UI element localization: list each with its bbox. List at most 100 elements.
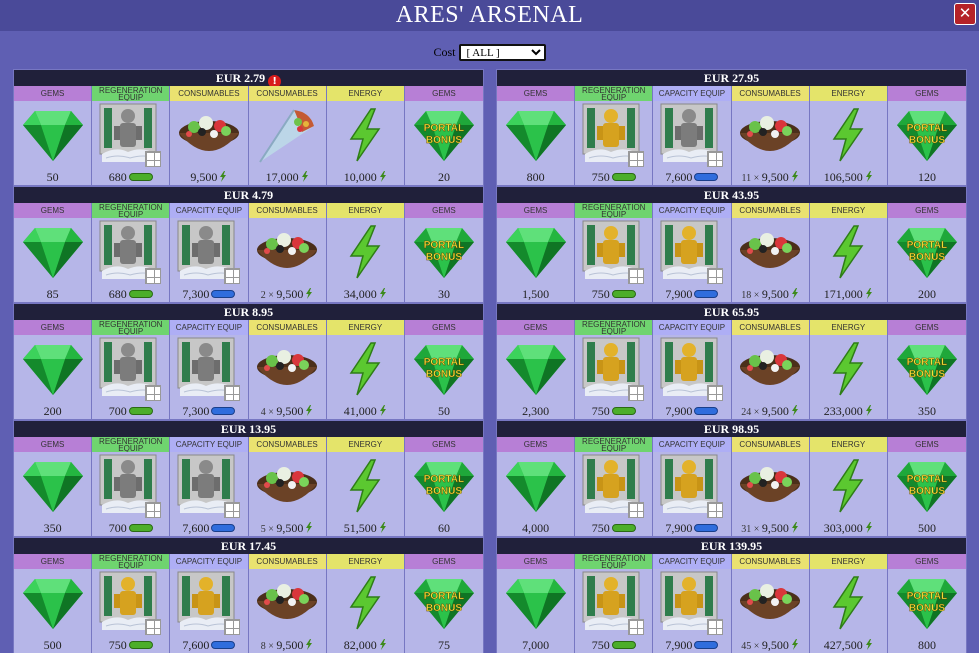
item-amount: 50 xyxy=(14,169,91,186)
bundle-item-gems[interactable]: GEMS 1,500 xyxy=(497,203,576,303)
item-amount: 7,600 xyxy=(170,520,247,537)
bundle-item-capacity[interactable]: CAPACITY EQUIP 7,300 xyxy=(170,203,249,303)
bundle-item-gems[interactable]: GEMS 85 xyxy=(14,203,93,303)
item-amount: 750 xyxy=(575,403,652,420)
bundle-item-capacity[interactable]: CAPACITY EQUIP 7,900 xyxy=(653,320,732,420)
bundle-item-consumables[interactable]: CONSUMABLES 31 × 9,500 xyxy=(731,437,810,537)
bundle-item-energy[interactable]: ENERGY 82,000 xyxy=(326,554,405,653)
bundle-item-gems[interactable]: GEMS 200 xyxy=(14,320,93,420)
gem-icon xyxy=(497,452,574,520)
bundle-card[interactable]: EUR 65.95 GEMS 2,300 REGENERATION EQUIP 750 C… xyxy=(496,303,967,420)
bundle-item-gems[interactable]: GEMS 500 xyxy=(14,554,93,653)
bundle-card[interactable]: EUR 17.45 GEMS 500 REGENERATION EQUIP 750 CAP… xyxy=(13,537,484,653)
bundle-item-energy[interactable]: ENERGY 106,500 xyxy=(809,86,888,186)
bundle-item-consumables[interactable]: CONSUMABLES 2 × 9,500 xyxy=(248,203,327,303)
bundle-card[interactable]: EUR 13.95 GEMS 350 REGENERATION EQUIP 700 CAP… xyxy=(13,420,484,537)
bundle-item-energy[interactable]: ENERGY 51,500 xyxy=(326,437,405,537)
energy-icon xyxy=(377,521,387,535)
bundle-item-gems[interactable]: GEMS 50 xyxy=(14,86,93,186)
bundle-card[interactable]: EUR 139.95 GEMS 7,000 REGENERATION EQUIP 750… xyxy=(496,537,967,653)
item-category-label: GEMS xyxy=(14,203,92,218)
bundle-item-regen[interactable]: REGENERATION EQUIP 750 xyxy=(575,554,654,653)
bundle-item-regen[interactable]: REGENERATION EQUIP 680 xyxy=(92,86,171,186)
bundle-item-energy[interactable]: ENERGY 10,000 xyxy=(326,86,405,186)
bundle-item-consumables[interactable]: CONSUMABLES 8 × 9,500 xyxy=(248,554,327,653)
item-value: 171,000 xyxy=(823,287,863,301)
bundle-card[interactable]: EUR 2.79! GEMS 50 REGENERATION EQUIP 680 CONS… xyxy=(13,69,484,186)
item-category-label: CAPACITY EQUIP xyxy=(170,320,248,335)
item-value: 350 xyxy=(43,521,62,535)
bundle-item-consumables[interactable]: CONSUMABLES 45 × 9,500 xyxy=(731,554,810,653)
cost-select[interactable]: [ ALL ] xyxy=(458,44,546,61)
bundle-item-consumables[interactable]: CONSUMABLES 5 × 9,500 xyxy=(248,437,327,537)
item-amount: 51,500 xyxy=(327,520,404,537)
bundle-item-portal[interactable]: GEMS PORTAL BONUS 30 xyxy=(404,203,484,303)
bundle-item-regen[interactable]: REGENERATION EQUIP 750 xyxy=(575,320,654,420)
bundle-item-regen[interactable]: REGENERATION EQUIP 750 xyxy=(575,203,654,303)
bundle-item-capacity[interactable]: CAPACITY EQUIP 7,900 xyxy=(653,554,732,653)
bundle-item-regen[interactable]: REGENERATION EQUIP 750 xyxy=(575,86,654,186)
bundle-item-capacity[interactable]: CAPACITY EQUIP 7,600 xyxy=(170,554,249,653)
bundle-item-consumables[interactable]: CONSUMABLES 9,500 xyxy=(170,86,249,186)
bundle-item-gems[interactable]: GEMS 800 xyxy=(497,86,576,186)
bundle-item-capacity[interactable]: CAPACITY EQUIP 7,900 xyxy=(653,437,732,537)
bundle-item-energy[interactable]: ENERGY 171,000 xyxy=(809,203,888,303)
item-category-label: GEMS xyxy=(887,320,967,335)
bundle-item-energy[interactable]: ENERGY 233,000 xyxy=(809,320,888,420)
item-amount: 427,500 xyxy=(810,637,887,653)
bundle-price: EUR 43.95 xyxy=(703,188,760,202)
item-amount: 7,000 xyxy=(497,637,574,653)
item-amount: 7,900 xyxy=(653,637,730,653)
item-value: 9,500 xyxy=(761,170,789,184)
bundle-item-portal[interactable]: GEMS PORTAL BONUS 500 xyxy=(887,437,967,537)
bundle-item-consumables[interactable]: CONSUMABLES 11 × 9,500 xyxy=(731,86,810,186)
bundle-item-portal[interactable]: GEMS PORTAL BONUS 800 xyxy=(887,554,967,653)
bundle-item-regen[interactable]: REGENERATION EQUIP 700 xyxy=(92,437,171,537)
bundle-item-regen[interactable]: REGENERATION EQUIP 680 xyxy=(92,203,171,303)
bundle-item-energy[interactable]: ENERGY 41,000 xyxy=(326,320,405,420)
bundle-item-consumables[interactable]: CONSUMABLES 24 × 9,500 xyxy=(731,320,810,420)
bundle-item-consumables[interactable]: CONSUMABLES 4 × 9,500 xyxy=(248,320,327,420)
bundle-item-portal[interactable]: GEMS PORTAL BONUS 350 xyxy=(887,320,967,420)
item-value: 9,500 xyxy=(276,638,304,652)
bundle-item-capacity[interactable]: CAPACITY EQUIP 7,900 xyxy=(653,203,732,303)
bundle-item-portal[interactable]: GEMS PORTAL BONUS 200 xyxy=(887,203,967,303)
portal-bonus-label: PORTAL BONUS xyxy=(906,123,948,146)
bundle-item-portal[interactable]: GEMS PORTAL BONUS 60 xyxy=(404,437,484,537)
bundle-item-portal[interactable]: GEMS PORTAL BONUS 120 xyxy=(887,86,967,186)
bundle-item-consumables[interactable]: CONSUMABLES 17,000 xyxy=(248,86,327,186)
bundle-item-energy[interactable]: ENERGY 427,500 xyxy=(809,554,888,653)
bundle-item-gems[interactable]: GEMS 4,000 xyxy=(497,437,576,537)
close-button[interactable]: ✕ xyxy=(954,3,976,25)
bundle-card[interactable]: EUR 27.95 GEMS 800 REGENERATION EQUIP 750 CAP… xyxy=(496,69,967,186)
item-category-label: GEMS xyxy=(497,203,575,218)
capacity-bar-icon xyxy=(694,290,719,298)
bundle-card[interactable]: EUR 4.79 GEMS 85 REGENERATION EQUIP 680 CAPAC… xyxy=(13,186,484,303)
bundle-price-header: EUR 27.95 xyxy=(497,70,966,86)
energy-icon xyxy=(789,170,799,184)
bundle-item-capacity[interactable]: CAPACITY EQUIP 7,600 xyxy=(653,86,732,186)
bundle-price: EUR 17.45 xyxy=(220,539,277,553)
item-value: 9,500 xyxy=(761,404,789,418)
item-category-label: ENERGY xyxy=(809,437,887,452)
bundle-item-gems[interactable]: GEMS 7,000 xyxy=(497,554,576,653)
bundle-card[interactable]: EUR 98.95 GEMS 4,000 REGENERATION EQUIP 750 C… xyxy=(496,420,967,537)
bundle-item-gems[interactable]: GEMS 350 xyxy=(14,437,93,537)
bundle-item-regen[interactable]: REGENERATION EQUIP 700 xyxy=(92,320,171,420)
bundle-item-portal[interactable]: GEMS PORTAL BONUS 20 xyxy=(404,86,484,186)
bundle-card[interactable]: EUR 8.95 GEMS 200 REGENERATION EQUIP 700 CAPA… xyxy=(13,303,484,420)
item-multiplier: 5 × xyxy=(260,524,277,535)
statue-gold-icon xyxy=(575,218,652,286)
bundle-item-consumables[interactable]: CONSUMABLES 18 × 9,500 xyxy=(731,203,810,303)
bundle-item-capacity[interactable]: CAPACITY EQUIP 7,300 xyxy=(170,320,249,420)
bundle-item-energy[interactable]: ENERGY 303,000 xyxy=(809,437,888,537)
bundle-item-regen[interactable]: REGENERATION EQUIP 750 xyxy=(575,437,654,537)
bundle-card[interactable]: EUR 43.95 GEMS 1,500 REGENERATION EQUIP 750 C… xyxy=(496,186,967,303)
bundle-item-energy[interactable]: ENERGY 34,000 xyxy=(326,203,405,303)
bundle-item-gems[interactable]: GEMS 2,300 xyxy=(497,320,576,420)
item-value: 750 xyxy=(591,170,610,184)
bundle-item-capacity[interactable]: CAPACITY EQUIP 7,600 xyxy=(170,437,249,537)
bundle-item-portal[interactable]: GEMS PORTAL BONUS 75 xyxy=(404,554,484,653)
bundle-item-regen[interactable]: REGENERATION EQUIP 750 xyxy=(92,554,171,653)
bundle-item-portal[interactable]: GEMS PORTAL BONUS 50 xyxy=(404,320,484,420)
